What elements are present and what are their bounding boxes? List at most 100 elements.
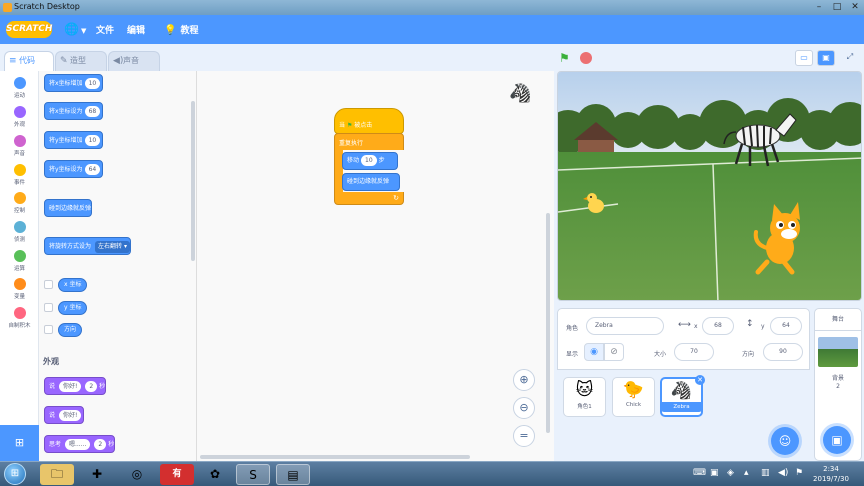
- direction-input[interactable]: 90: [763, 343, 803, 361]
- block-input[interactable]: 你好!: [58, 410, 82, 421]
- small-stage-button[interactable]: ▭: [795, 50, 813, 66]
- category-sound[interactable]: 声音: [0, 135, 39, 157]
- clock[interactable]: 2:34 2019/7/30: [806, 464, 856, 484]
- large-stage-button[interactable]: ▣: [817, 50, 835, 66]
- edit-menu[interactable]: 编辑: [127, 23, 145, 36]
- taskbar-app-wps[interactable]: ✚: [80, 464, 114, 485]
- block-bounce[interactable]: 碰到边缘就反弹: [44, 199, 93, 217]
- block-set-y[interactable]: 将y坐标设为 64: [44, 160, 104, 178]
- when-flag-clicked-block[interactable]: 当 ⚑ 被点击: [334, 108, 404, 134]
- tab-code[interactable]: ≡ 代码: [4, 51, 54, 72]
- taskbar-scratch[interactable]: S: [236, 464, 270, 485]
- tutorials-menu[interactable]: 💡 教程: [164, 23, 198, 36]
- stop-button[interactable]: [580, 52, 592, 64]
- block-input[interactable]: 68: [84, 106, 101, 117]
- app-icon: [3, 3, 12, 12]
- category-looks[interactable]: 外观: [0, 106, 39, 128]
- category-dot: [13, 77, 26, 89]
- stage-selector[interactable]: 舞台 背景 2 ▣: [814, 308, 862, 461]
- backdrops-label: 背景: [831, 375, 844, 382]
- category-sensing[interactable]: 侦测: [0, 221, 39, 243]
- taskbar-youdao[interactable]: 有: [160, 464, 194, 485]
- block-label: 秒: [108, 441, 115, 448]
- taskbar-app-window[interactable]: ▤: [276, 464, 310, 485]
- show-sprite-button[interactable]: ◉: [584, 343, 604, 361]
- block-input[interactable]: 你好!: [58, 381, 82, 392]
- bounce-block[interactable]: 碰到边缘就反弹: [342, 173, 400, 191]
- category-operators[interactable]: 运算: [0, 250, 39, 272]
- close-window-button[interactable]: ✕: [848, 1, 862, 13]
- block-change-x[interactable]: 将x坐标增加 10: [44, 74, 104, 92]
- block-change-y[interactable]: 将y坐标增加 10: [44, 131, 104, 149]
- script-area[interactable]: 🦓 当 ⚑ 被点击 重复执行 ↻ 移动 10 步 碰到边缘就反弹 ⊕ ⊖ =: [197, 71, 554, 461]
- block-input[interactable]: 2: [94, 439, 107, 450]
- sprite-name-input[interactable]: Zebra: [586, 317, 664, 335]
- zoom-out-button[interactable]: ⊖: [513, 397, 535, 419]
- block-think-for-secs[interactable]: 思考 嗯...... 2 秒: [44, 435, 116, 453]
- fullscreen-button[interactable]: ⤢: [841, 50, 859, 66]
- file-menu[interactable]: 文件: [96, 23, 114, 36]
- block-input[interactable]: 嗯......: [64, 439, 91, 450]
- hide-sprite-button[interactable]: ⊘: [604, 343, 624, 361]
- zoom-in-button[interactable]: ⊕: [513, 369, 535, 391]
- keyboard-icon[interactable]: ⌨: [693, 468, 706, 478]
- language-menu[interactable]: 🌐 ▼: [64, 22, 86, 36]
- checkbox[interactable]: [44, 280, 53, 289]
- flag-notification-icon[interactable]: ⚑: [795, 468, 803, 478]
- chevron-up-icon[interactable]: ▴: [744, 468, 749, 478]
- tab-sounds[interactable]: ◀) 声音: [108, 51, 160, 71]
- category-motion[interactable]: 运动: [0, 77, 39, 99]
- large-stage-icon: ▣: [822, 53, 830, 62]
- block-input[interactable]: 10: [84, 78, 101, 89]
- network-icon[interactable]: ▥: [761, 468, 770, 478]
- delete-sprite-icon[interactable]: ✕: [695, 375, 705, 385]
- add-extension-button[interactable]: ⊞: [0, 425, 39, 461]
- x-position-input[interactable]: 68: [702, 317, 734, 335]
- script-horizontal-scrollbar[interactable]: [200, 455, 470, 459]
- rotation-dropdown[interactable]: 左右翻转 ▾: [95, 240, 130, 253]
- maximize-button[interactable]: □: [830, 1, 844, 13]
- minimize-button[interactable]: –: [812, 1, 826, 13]
- sprite-tile-cat[interactable]: 🐱 角色1: [563, 377, 606, 417]
- category-variables[interactable]: 变量: [0, 278, 39, 300]
- category-control[interactable]: 控制: [0, 192, 39, 214]
- start-button[interactable]: ⊞: [4, 463, 26, 485]
- category-my-blocks[interactable]: 自制积木: [0, 307, 39, 329]
- green-flag-button[interactable]: ⚑: [559, 51, 570, 65]
- cat-icon: 🐱: [575, 380, 594, 400]
- speaker-icon[interactable]: ◀): [778, 468, 788, 478]
- reporter-y-position[interactable]: y 坐标: [58, 301, 88, 315]
- sprite-tile-zebra[interactable]: ✕ 🦓 Zebra: [660, 375, 705, 417]
- scratch-logo[interactable]: SCRATCH: [6, 21, 52, 38]
- script-vertical-scrollbar[interactable]: [546, 213, 550, 433]
- taskbar-app-colorwheel[interactable]: ✿: [198, 464, 232, 485]
- move-steps-block[interactable]: 移动 10 步: [342, 152, 398, 170]
- shield-icon[interactable]: ◈: [727, 468, 734, 478]
- speaker-icon: ◀): [113, 56, 124, 66]
- stage-canvas[interactable]: [557, 71, 862, 301]
- checkbox[interactable]: [44, 325, 53, 334]
- block-input[interactable]: 10: [84, 135, 101, 146]
- block-set-x[interactable]: 将x坐标设为 68: [44, 102, 104, 120]
- move-steps-input[interactable]: 10: [361, 155, 377, 166]
- size-input[interactable]: 70: [674, 343, 714, 361]
- y-position-input[interactable]: 64: [770, 317, 802, 335]
- zoom-reset-button[interactable]: =: [513, 425, 535, 447]
- checkbox[interactable]: [44, 303, 53, 312]
- reporter-direction[interactable]: 方向: [58, 323, 83, 337]
- sprite-tile-chick[interactable]: 🐤 Chick: [612, 377, 655, 417]
- choose-sprite-button[interactable]: ☺: [771, 427, 799, 455]
- block-input[interactable]: 64: [84, 164, 101, 175]
- taskbar-explorer[interactable]: 🗀: [40, 464, 74, 485]
- tab-costumes[interactable]: ✎ 造型: [55, 51, 107, 71]
- taskbar-chrome[interactable]: ◎: [120, 464, 154, 485]
- block-say-for-secs[interactable]: 说 你好! 2 秒: [44, 377, 107, 395]
- palette-scrollbar[interactable]: [191, 101, 195, 261]
- block-say[interactable]: 说 你好!: [44, 406, 85, 424]
- app-tray-icon[interactable]: ▣: [710, 468, 719, 478]
- block-set-rotation-style[interactable]: 将旋转方式设为 左右翻转 ▾: [44, 237, 131, 255]
- category-events[interactable]: 事件: [0, 164, 39, 186]
- choose-backdrop-button[interactable]: ▣: [823, 426, 851, 454]
- reporter-x-position[interactable]: x 坐标: [58, 278, 88, 292]
- block-input[interactable]: 2: [85, 381, 98, 392]
